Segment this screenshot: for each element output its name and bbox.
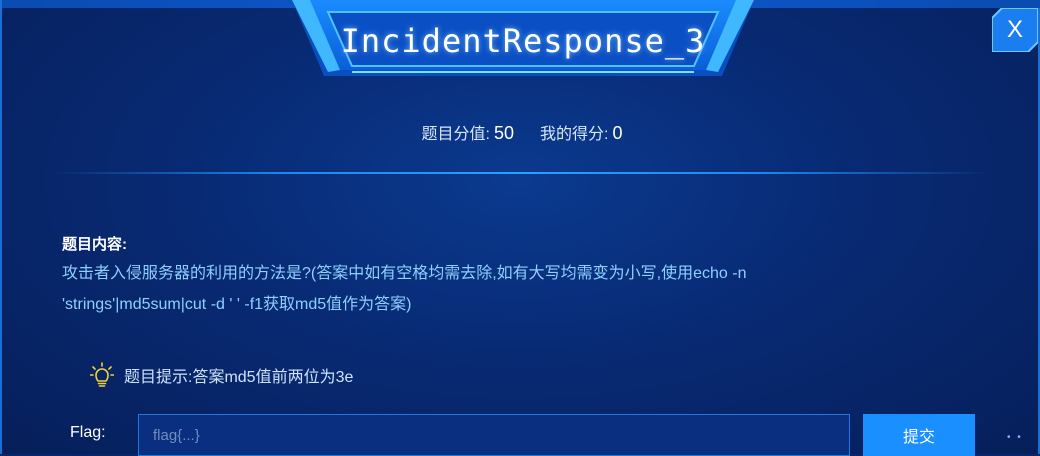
decoration-dots: • • [1007,432,1023,443]
divider [52,172,992,174]
score-label: 题目分值: [421,126,490,143]
hint-row: 题目提示:答案md5值前两位为3e [90,362,353,388]
title-tab: IncidentResponse_3 [292,0,754,86]
content-label: 题目内容: [62,236,127,253]
flag-label: Flag: [70,424,106,441]
dialog-title: IncidentResponse_3 [340,22,706,60]
dialog-frame: IncidentResponse_3 X 题目分值: 50 我的得分: 0 题目内容:… [0,0,1040,456]
hint-text: 题目提示:答案md5值前两位为3e [124,369,354,386]
flag-input[interactable] [138,414,850,456]
score-row: 题目分值: 50 我的得分: 0 [2,120,1040,144]
submit-button[interactable]: 提交 [863,414,975,456]
close-button[interactable]: X [992,8,1038,52]
my-score-label: 我的得分: [540,126,609,143]
my-score-value: 0 [612,123,623,143]
close-icon: X [1006,16,1023,43]
score-value: 50 [493,123,514,143]
question-text: 攻击者入侵服务器的利用的方法是?(答案中如有空格均需去除,如有大写均需变为小写,… [62,265,747,313]
lightbulb-icon [90,362,114,387]
